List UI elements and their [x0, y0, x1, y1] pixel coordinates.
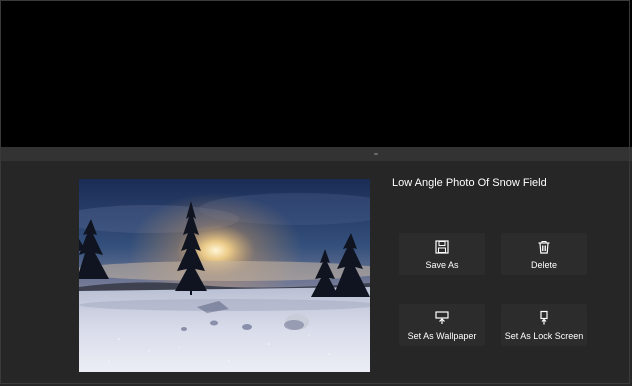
photo-preview[interactable]: [79, 179, 370, 372]
save-as-label: Save As: [425, 259, 459, 270]
panel-grip-handle[interactable]: [374, 153, 378, 155]
lock-screen-icon: [540, 310, 548, 324]
set-as-lock-screen-label: Set As Lock Screen: [504, 330, 584, 341]
panel-header-strip: [0, 147, 632, 161]
empty-top-area: [0, 0, 632, 147]
delete-button[interactable]: Delete: [501, 233, 587, 275]
snow-field-image: [79, 179, 370, 372]
trash-icon: [538, 240, 550, 254]
set-as-wallpaper-button[interactable]: Set As Wallpaper: [399, 304, 485, 346]
photo-title: Low Angle Photo Of Snow Field: [392, 177, 547, 189]
delete-label: Delete: [530, 259, 557, 270]
wallpaper-icon: [435, 310, 449, 324]
save-icon: [435, 239, 449, 254]
set-as-lock-screen-button[interactable]: Set As Lock Screen: [501, 304, 587, 346]
save-as-button[interactable]: Save As: [399, 233, 485, 275]
set-as-wallpaper-label: Set As Wallpaper: [407, 330, 477, 341]
details-panel: Low Angle Photo Of Snow Field Save As De…: [0, 147, 632, 386]
